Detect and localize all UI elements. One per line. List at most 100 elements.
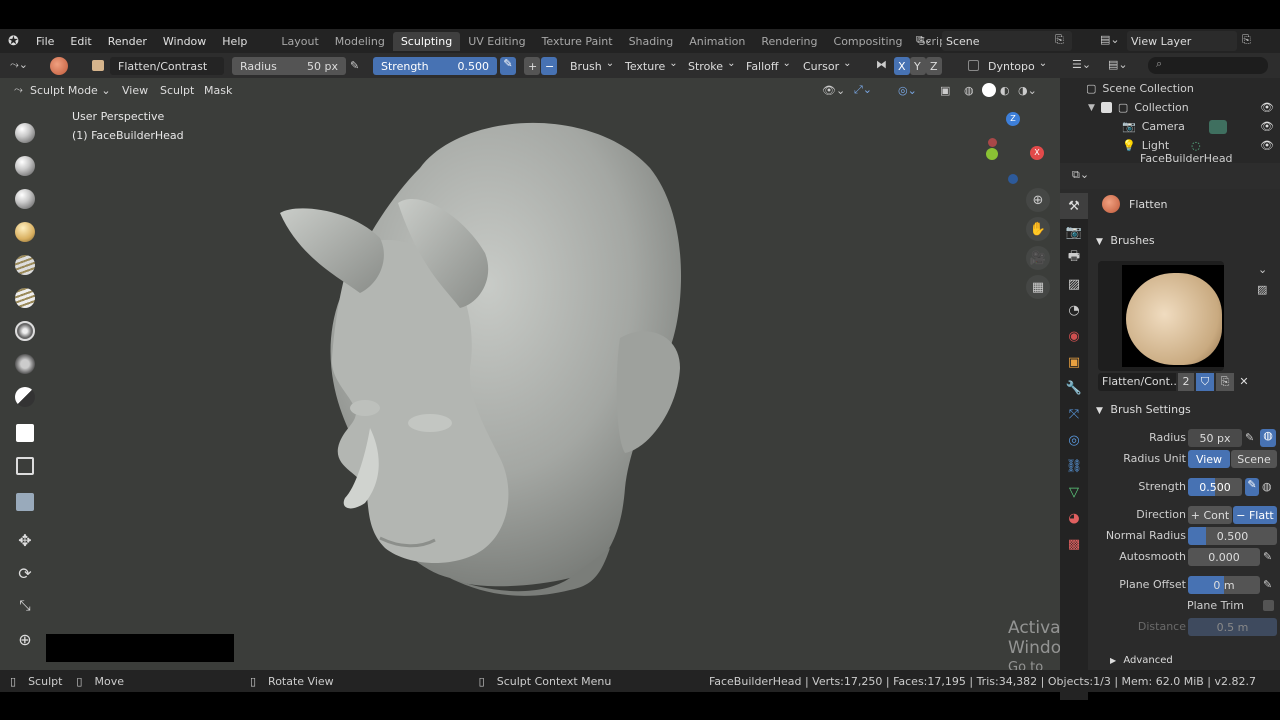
zoom-icon[interactable]: ⊕ <box>1026 188 1050 212</box>
plane-trim-checkbox[interactable] <box>1263 600 1274 611</box>
distance-field[interactable]: 0.5 m <box>1188 618 1277 636</box>
unlink-brush-icon[interactable]: ✕ <box>1236 373 1252 391</box>
x-axis-icon[interactable]: X <box>1030 146 1044 160</box>
strength-field[interactable]: 0.500 <box>1188 478 1242 496</box>
collection-visibility-icon[interactable]: 👁 <box>1260 101 1274 114</box>
tab-uv-editing[interactable]: UV Editing <box>460 32 533 51</box>
new-scene-icon[interactable]: ⎘ <box>1055 33 1064 47</box>
snake-hook-tool[interactable] <box>10 349 40 379</box>
clay-tool[interactable] <box>10 151 40 181</box>
strength-pressure-icon[interactable]: ✎ <box>1245 478 1259 496</box>
light-visibility-icon[interactable]: 👁 <box>1260 139 1274 152</box>
inflate-tool[interactable] <box>10 184 40 214</box>
brush-browse-icon[interactable]: ⌄ <box>1258 263 1267 276</box>
direction-flatten-button[interactable]: − Flatt <box>1233 506 1277 524</box>
scene-selector[interactable]: Scene <box>942 31 1072 51</box>
brush-name-field[interactable]: Flatten/Contrast <box>110 57 224 75</box>
box-hide-tool[interactable] <box>10 451 40 481</box>
visibility-icon[interactable]: 👁⌄ <box>822 84 845 97</box>
smooth-tool[interactable] <box>10 250 40 280</box>
crease-tool[interactable] <box>10 217 40 247</box>
solid-shading-icon[interactable] <box>982 83 996 97</box>
brush-datablock-name[interactable]: Flatten/Cont.. <box>1098 373 1177 391</box>
menu-file[interactable]: File <box>28 35 62 48</box>
tab-object-data[interactable]: ▽ <box>1060 479 1088 505</box>
mesh-filter-tool[interactable] <box>10 487 40 517</box>
tab-active-tool[interactable]: ⚒ <box>1060 193 1088 219</box>
material-shading-icon[interactable]: ◐ <box>1000 84 1010 97</box>
symmetry-z-toggle[interactable]: Z <box>926 57 942 75</box>
radius-unit-globe-icon[interactable]: ◍ <box>1260 429 1276 447</box>
z-axis-icon[interactable]: Z <box>1006 112 1020 126</box>
tab-shading[interactable]: Shading <box>621 32 682 51</box>
outliner-search-field[interactable]: ⌕ <box>1148 57 1268 74</box>
box-mask-tool[interactable] <box>10 418 40 448</box>
mask-menu[interactable]: Mask <box>204 84 232 97</box>
tab-modeling[interactable]: Modeling <box>327 32 393 51</box>
brush-thumbnail[interactable] <box>1098 261 1224 371</box>
menu-help[interactable]: Help <box>214 35 255 48</box>
outliner-item-camera[interactable]: 📷 Camera 👁 <box>1060 117 1280 136</box>
tab-constraints[interactable]: ⛓ <box>1060 453 1088 479</box>
scene-selector-icon[interactable]: ⧉⌄ <box>916 33 933 47</box>
tab-texture-paint[interactable]: Texture Paint <box>534 32 621 51</box>
direction-contrast-button[interactable]: + Cont <box>1188 506 1232 524</box>
menu-window[interactable]: Window <box>155 35 214 48</box>
camera-visibility-icon[interactable]: 👁 <box>1260 120 1274 133</box>
direction-add-button[interactable]: + <box>524 57 540 75</box>
radius-field[interactable]: 50 px <box>1188 429 1242 447</box>
outliner-item-collection[interactable]: ▼ ▢ Collection 👁 <box>1060 98 1280 117</box>
wireframe-shading-icon[interactable]: ◍ <box>964 84 974 97</box>
xray-icon[interactable]: ▣ <box>940 84 950 97</box>
mask-tool[interactable] <box>10 382 40 412</box>
symmetry-y-toggle[interactable]: Y <box>910 57 926 75</box>
radius-slider[interactable]: Radius 50 px <box>232 57 346 75</box>
plane-offset-pressure-icon[interactable]: ✎ <box>1263 578 1272 591</box>
cursor-dropdown[interactable]: Cursor <box>803 57 852 75</box>
y-axis-icon[interactable] <box>986 148 998 160</box>
dyntopo-dropdown[interactable]: Dyntopo <box>988 57 1047 75</box>
radius-pressure-icon[interactable]: ✎ <box>1245 431 1254 444</box>
tab-modifiers[interactable]: 🔧 <box>1060 375 1088 401</box>
strength-slider[interactable]: Strength 0.500 <box>373 57 497 75</box>
collection-checkbox[interactable] <box>1100 102 1112 113</box>
falloff-dropdown[interactable]: Falloff <box>746 57 791 75</box>
tab-scene[interactable]: ◔ <box>1060 297 1088 323</box>
brush-settings-panel-header[interactable]: ▼ Brush Settings <box>1096 403 1191 416</box>
normal-radius-field[interactable]: 0.500 <box>1188 527 1277 545</box>
view-layer-icon[interactable]: ▤⌄ <box>1100 33 1120 46</box>
tab-particles[interactable]: ⤧ <box>1060 401 1088 427</box>
brush-image-icon[interactable]: ▨ <box>1257 283 1267 296</box>
tab-render[interactable]: 📷 <box>1060 219 1088 245</box>
transform-tool[interactable]: ⊕ <box>10 624 40 654</box>
outliner-filter-icon[interactable]: ▤⌄ <box>1108 58 1128 71</box>
strength-unified-icon[interactable]: ◍ <box>1262 480 1272 493</box>
stroke-dropdown[interactable]: Stroke <box>688 57 735 75</box>
symmetry-x-toggle[interactable]: X <box>894 57 910 75</box>
rotate-tool[interactable]: ⟳ <box>10 558 40 588</box>
tab-material[interactable]: ◕ <box>1060 505 1088 531</box>
neg-x-axis-icon[interactable] <box>988 138 997 147</box>
tab-physics[interactable]: ◎ <box>1060 427 1088 453</box>
camera-view-icon[interactable]: 🎥 <box>1026 246 1050 270</box>
tab-output[interactable]: 🖶 <box>1060 245 1088 271</box>
outliner-scene-collection[interactable]: ▢ Scene Collection <box>1060 79 1280 98</box>
autosmooth-pressure-icon[interactable]: ✎ <box>1263 550 1272 563</box>
new-view-layer-icon[interactable]: ⎘ <box>1242 33 1251 47</box>
radius-unit-view-button[interactable]: View <box>1188 450 1230 468</box>
mode-dropdown[interactable]: Sculpt Mode ⌄ <box>30 84 111 97</box>
fake-user-icon[interactable]: ⛉ <box>1196 373 1214 391</box>
overlay-icon[interactable]: ◎⌄ <box>898 84 917 97</box>
grab-tool[interactable] <box>10 316 40 346</box>
radius-unit-scene-button[interactable]: Scene <box>1231 450 1277 468</box>
autosmooth-field[interactable]: 0.000 <box>1188 548 1260 566</box>
advanced-panel-header[interactable]: ▶ Advanced <box>1110 655 1173 666</box>
tab-layout[interactable]: Layout <box>273 32 326 51</box>
annotate-tool[interactable]: ✎ <box>10 662 40 671</box>
view-menu[interactable]: View <box>122 84 148 97</box>
move-tool[interactable]: ✥ <box>10 525 40 555</box>
menu-render[interactable]: Render <box>100 35 155 48</box>
sculpt-menu[interactable]: Sculpt <box>160 84 194 97</box>
properties-editor-icon[interactable]: ⧉⌄ <box>1072 168 1089 182</box>
outliner-item-facebuilderhead[interactable]: FaceBuilderHead <box>1060 153 1280 163</box>
